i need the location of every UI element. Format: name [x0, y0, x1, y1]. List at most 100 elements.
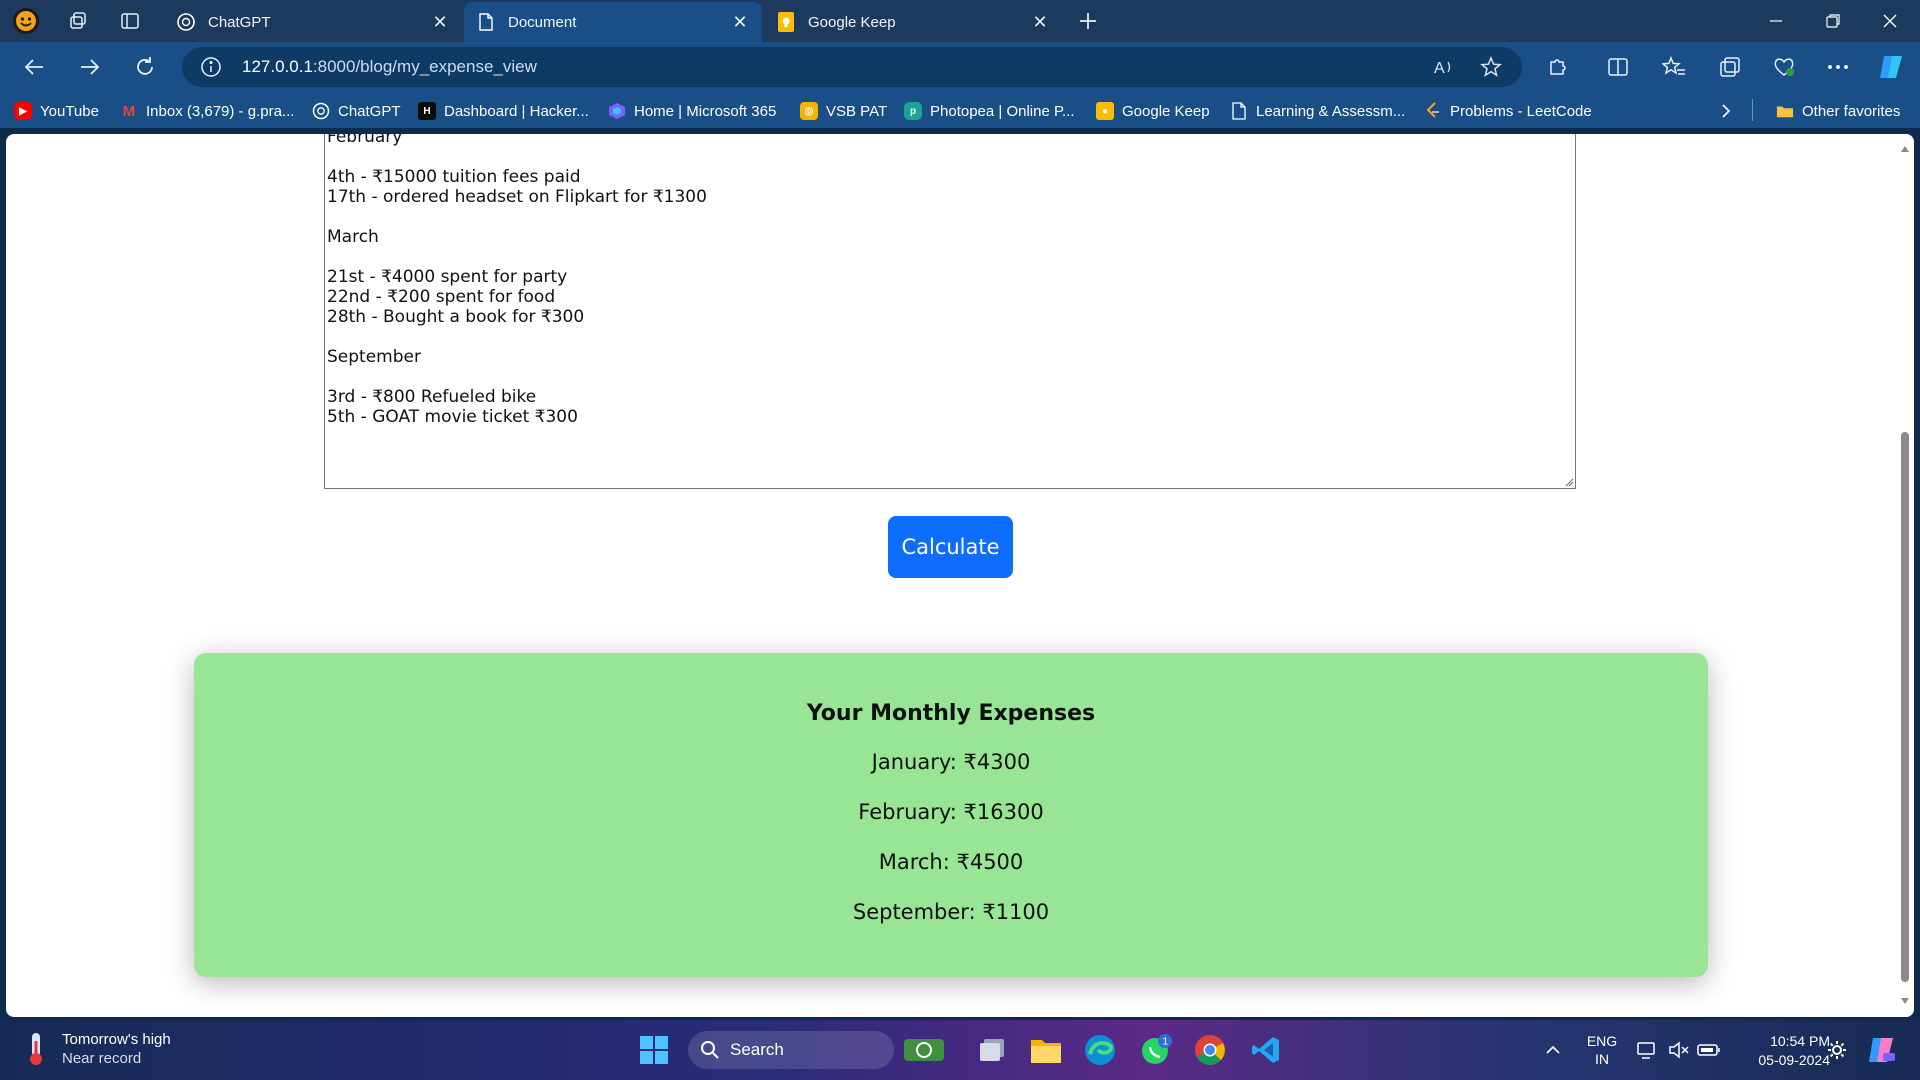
- bookmark-label: Home | Microsoft 365: [634, 102, 777, 120]
- photopea-icon: p: [904, 102, 922, 120]
- notes-line: 17th - ordered headset on Flipkart for ₹…: [327, 187, 707, 207]
- tab-chatgpt[interactable]: ChatGPT ✕: [164, 2, 462, 42]
- search-highlight-icon[interactable]: [898, 1030, 950, 1070]
- monthly-expenses-card: Your Monthly Expenses January: ₹4300 Feb…: [194, 653, 1708, 977]
- bookmark-google-keep[interactable]: ● Google Keep: [1096, 99, 1210, 123]
- start-button-icon[interactable]: [634, 1030, 674, 1070]
- youtube-icon: ▶: [14, 102, 32, 120]
- gmail-icon: M: [122, 102, 136, 120]
- scroll-up-arrow-icon[interactable]: [1900, 144, 1910, 154]
- bookmark-youtube[interactable]: ▶ YouTube: [14, 99, 99, 123]
- tab-google-keep[interactable]: Google Keep ✕: [764, 2, 1062, 42]
- weather-subtitle: Near record: [62, 1050, 142, 1067]
- restore-icon[interactable]: [1805, 0, 1861, 42]
- search-icon: [701, 1041, 719, 1059]
- taskbar-search[interactable]: Search: [688, 1031, 894, 1069]
- back-icon[interactable]: [16, 50, 52, 84]
- notes-line: February: [327, 134, 403, 147]
- address-bar[interactable]: 127.0.0.1:8000/blog/my_expense_view A: [182, 47, 1522, 87]
- split-screen-icon[interactable]: [1600, 50, 1636, 84]
- bookmark-gmail[interactable]: M Inbox (3,679) - g.pra...: [120, 99, 295, 123]
- bookmarks-divider: [1752, 99, 1753, 121]
- favorite-star-icon[interactable]: [1478, 55, 1504, 79]
- bookmark-learning-assessment[interactable]: Learning & Assessm...: [1230, 99, 1405, 123]
- tab-strip: ChatGPT ✕ Document ✕ Google Keep ✕: [0, 0, 1920, 42]
- bookmark-photopea[interactable]: p Photopea | Online P...: [904, 99, 1075, 123]
- bookmark-other-favorites[interactable]: Other favorites: [1776, 99, 1900, 123]
- folder-icon: [1776, 102, 1794, 120]
- close-tab-icon[interactable]: ✕: [730, 12, 750, 33]
- notes-line: 28th - Bought a book for ₹300: [327, 307, 585, 327]
- bookmark-chatgpt[interactable]: ChatGPT: [312, 99, 401, 123]
- minimize-icon[interactable]: [1748, 0, 1804, 42]
- language-code: ENG: [1586, 1033, 1618, 1049]
- notes-line: [327, 367, 1573, 387]
- browser-essentials-icon[interactable]: [1766, 50, 1802, 84]
- scroll-down-arrow-icon[interactable]: [1900, 996, 1910, 1006]
- bookmark-microsoft-365[interactable]: Home | Microsoft 365: [608, 99, 776, 123]
- notes-line: 21st - ₹4000 spent for party: [327, 267, 568, 287]
- workspaces-icon[interactable]: [62, 6, 94, 36]
- bookmark-label: Learning & Assessm...: [1256, 102, 1406, 120]
- chrome-icon[interactable]: [1190, 1030, 1230, 1070]
- close-tab-icon[interactable]: ✕: [1030, 12, 1050, 33]
- bookmarks-overflow-chevron-icon[interactable]: [1720, 99, 1732, 123]
- whatsapp-icon[interactable]: 1: [1136, 1030, 1176, 1070]
- page-scrollbar[interactable]: [1896, 134, 1914, 1017]
- search-label: Search: [730, 1040, 784, 1059]
- battery-icon[interactable]: [1694, 1020, 1724, 1080]
- bookmark-label: Google Keep: [1122, 102, 1210, 120]
- bookmarks-bar: ▶ YouTube M Inbox (3,679) - g.pra... Cha…: [0, 92, 1920, 128]
- edge-browser-icon[interactable]: [1080, 1030, 1120, 1070]
- calculate-button[interactable]: Calculate: [888, 516, 1013, 578]
- vertical-tabs-icon[interactable]: [114, 6, 146, 36]
- system-clock[interactable]: 10:54 PM 05-09-2024: [1746, 1032, 1830, 1070]
- profile-avatar-icon[interactable]: [10, 6, 42, 36]
- extensions-icon[interactable]: [1540, 50, 1576, 84]
- expense-notes-textarea[interactable]: February 4th - ₹15000 tuition fees paid 17…: [324, 134, 1576, 489]
- bookmark-leetcode[interactable]: Problems - LeetCode: [1424, 99, 1592, 123]
- windows-taskbar: Tomorrow's high Near record Search 1 ENG…: [0, 1020, 1920, 1080]
- task-view-icon[interactable]: [972, 1030, 1012, 1070]
- bookmark-label: Problems - LeetCode: [1450, 102, 1592, 120]
- tab-title: Document: [508, 13, 577, 31]
- notes-line: [327, 327, 1573, 347]
- forward-icon[interactable]: [72, 50, 108, 84]
- bookmark-hackerrank[interactable]: H Dashboard | Hacker...: [418, 99, 589, 123]
- favorites-icon[interactable]: [1656, 50, 1692, 84]
- vscode-icon[interactable]: [1246, 1030, 1286, 1070]
- new-tab-icon[interactable]: [1072, 6, 1104, 36]
- resize-grip-icon[interactable]: [1564, 477, 1574, 487]
- settings-gear-icon[interactable]: [1822, 1020, 1852, 1080]
- notes-line: March: [327, 227, 379, 247]
- clock-time: 10:54 PM: [1770, 1033, 1830, 1049]
- google-keep-icon: [776, 12, 796, 32]
- copilot-icon[interactable]: [1874, 50, 1910, 84]
- refresh-icon[interactable]: [127, 50, 163, 84]
- network-icon[interactable]: [1632, 1020, 1662, 1080]
- file-explorer-icon[interactable]: [1026, 1030, 1066, 1070]
- tab-document[interactable]: Document ✕: [464, 2, 762, 42]
- weather-widget[interactable]: Tomorrow's high Near record: [24, 1030, 171, 1068]
- chatgpt-icon: [312, 102, 330, 120]
- volume-muted-icon[interactable]: [1664, 1020, 1694, 1080]
- more-options-icon[interactable]: [1820, 50, 1856, 84]
- leetcode-icon: [1424, 102, 1442, 120]
- bookmark-label: Photopea | Online P...: [930, 102, 1075, 120]
- copilot-taskbar-icon[interactable]: [1862, 1020, 1902, 1080]
- collections-icon[interactable]: [1712, 50, 1748, 84]
- bookmark-vsb-pat[interactable]: ◎ VSB PAT: [800, 99, 887, 123]
- close-window-icon[interactable]: [1862, 0, 1918, 42]
- notes-line: 5th - GOAT movie ticket ₹300: [327, 407, 578, 427]
- close-tab-icon[interactable]: ✕: [430, 12, 450, 33]
- scrollbar-thumb[interactable]: [1901, 432, 1909, 982]
- read-aloud-icon[interactable]: A: [1432, 55, 1458, 79]
- site-info-icon[interactable]: [200, 56, 222, 82]
- language-indicator[interactable]: ENG IN: [1582, 1032, 1622, 1068]
- show-hidden-icons-chevron-icon[interactable]: [1538, 1020, 1568, 1080]
- url-text[interactable]: 127.0.0.1:8000/blog/my_expense_view: [242, 57, 537, 77]
- google-keep-icon: ●: [1096, 102, 1114, 120]
- browser-toolbar: 127.0.0.1:8000/blog/my_expense_view A: [0, 42, 1920, 92]
- bookmark-label: Other favorites: [1802, 102, 1901, 120]
- bookmark-label: ChatGPT: [338, 102, 401, 120]
